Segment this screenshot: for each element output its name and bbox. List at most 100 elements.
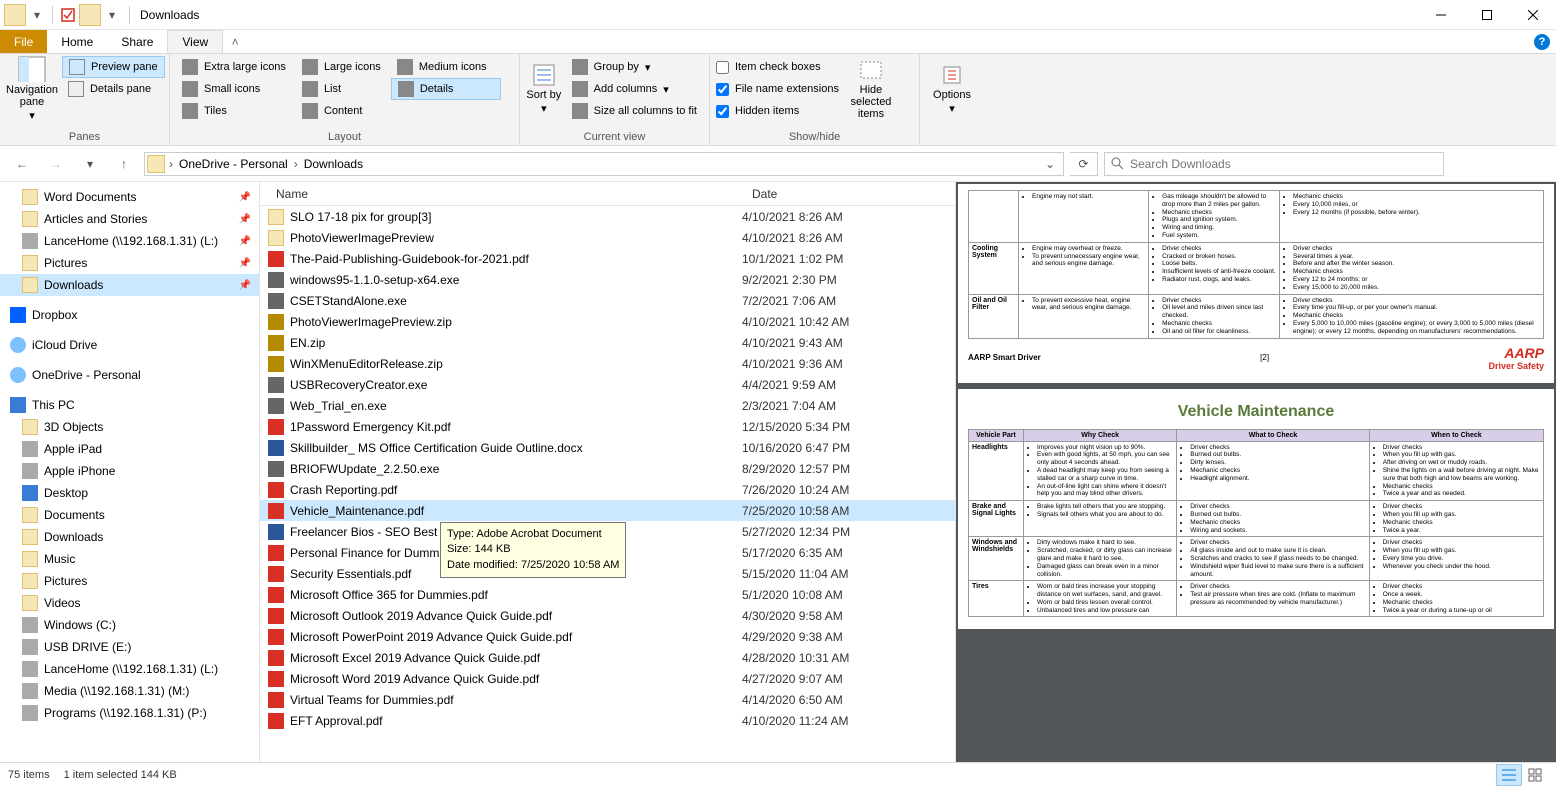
column-name[interactable]: Name [268, 187, 744, 201]
qat-dropdown-icon[interactable]: ▾ [28, 6, 46, 24]
ribbon-collapse-icon[interactable]: ˄ [223, 30, 247, 53]
file-row[interactable]: Virtual Teams for Dummies.pdf4/14/2020 6… [260, 689, 955, 710]
nav-item[interactable]: Pictures [0, 570, 259, 592]
file-row[interactable]: Skillbuilder_ MS Office Certification Gu… [260, 437, 955, 458]
tab-view[interactable]: View [167, 30, 223, 53]
breadcrumb-dropdown-icon[interactable]: ⌄ [1039, 157, 1061, 171]
nav-item[interactable]: Desktop [0, 482, 259, 504]
file-row[interactable]: SLO 17-18 pix for group[3]4/10/2021 8:26… [260, 206, 955, 227]
nav-item[interactable]: Articles and Stories📌 [0, 208, 259, 230]
file-row[interactable]: EN.zip4/10/2021 9:43 AM [260, 332, 955, 353]
file-row[interactable]: EFT Approval.pdf4/10/2020 11:24 AM [260, 710, 955, 731]
nav-item[interactable]: Apple iPhone [0, 460, 259, 482]
tab-home[interactable]: Home [47, 30, 107, 53]
recent-locations-button[interactable]: ▾ [76, 150, 104, 178]
nav-item[interactable]: This PC [0, 394, 259, 416]
file-row[interactable]: Crash Reporting.pdf7/26/2020 10:24 AM [260, 479, 955, 500]
nav-item[interactable]: Downloads📌 [0, 274, 259, 296]
tiles-button[interactable]: Tiles [176, 100, 292, 122]
thumbnails-view-icon[interactable] [1522, 764, 1548, 786]
file-row[interactable]: Web_Trial_en.exe2/3/2021 7:04 AM [260, 395, 955, 416]
tab-share[interactable]: Share [107, 30, 167, 53]
breadcrumb-seg-onedrive[interactable]: OneDrive - Personal [175, 157, 292, 171]
file-row[interactable]: PhotoViewerImagePreview4/10/2021 8:26 AM [260, 227, 955, 248]
content-button[interactable]: Content [296, 100, 387, 122]
nav-item[interactable]: Videos [0, 592, 259, 614]
details-view-icon[interactable] [1496, 764, 1522, 786]
nav-item[interactable]: 3D Objects [0, 416, 259, 438]
breadcrumb-seg-downloads[interactable]: Downloads [300, 157, 367, 171]
hide-selected-button[interactable]: Hide selected items [843, 56, 899, 122]
size-columns-button[interactable]: Size all columns to fit [566, 100, 703, 122]
file-rows[interactable]: SLO 17-18 pix for group[3]4/10/2021 8:26… [260, 206, 955, 762]
tab-file[interactable]: File [0, 30, 47, 53]
file-row[interactable]: Microsoft PowerPoint 2019 Advance Quick … [260, 626, 955, 647]
search-box[interactable] [1104, 152, 1444, 176]
file-row[interactable]: Microsoft Word 2019 Advance Quick Guide.… [260, 668, 955, 689]
breadcrumb[interactable]: › OneDrive - Personal › Downloads ⌄ [144, 152, 1064, 176]
file-row[interactable]: windows95-1.1.0-setup-x64.exe9/2/2021 2:… [260, 269, 955, 290]
nav-item[interactable]: iCloud Drive [0, 334, 259, 356]
minimize-button[interactable] [1418, 0, 1464, 30]
nav-item[interactable]: Music [0, 548, 259, 570]
nav-item[interactable]: Windows (C:) [0, 614, 259, 636]
help-button[interactable]: ? [1528, 30, 1556, 53]
nav-item[interactable]: Dropbox [0, 304, 259, 326]
hidden-items-toggle[interactable]: Hidden items [716, 100, 839, 122]
item-checkboxes-toggle[interactable]: Item check boxes [716, 56, 839, 78]
file-row[interactable]: Microsoft Office 365 for Dummies.pdf5/1/… [260, 584, 955, 605]
preview-pane[interactable]: Engine may not start.Gas mileage shouldn… [956, 182, 1556, 762]
up-button[interactable]: ↑ [110, 150, 138, 178]
preview-pane-button[interactable]: Preview pane [62, 56, 165, 78]
nav-item[interactable]: Downloads [0, 526, 259, 548]
file-row[interactable]: CSETStandAlone.exe7/2/2021 7:06 AM [260, 290, 955, 311]
navigation-tree[interactable]: Word Documents📌Articles and Stories📌Lanc… [0, 182, 260, 762]
file-row[interactable]: PhotoViewerImagePreview.zip4/10/2021 10:… [260, 311, 955, 332]
new-folder-icon[interactable] [79, 4, 101, 26]
nav-item[interactable]: LanceHome (\\192.168.1.31) (L:)📌 [0, 230, 259, 252]
file-row[interactable]: WinXMenuEditorRelease.zip4/10/2021 9:36 … [260, 353, 955, 374]
file-row[interactable]: BRIOFWUpdate_2.2.50.exe8/29/2020 12:57 P… [260, 458, 955, 479]
extra-large-icons-button[interactable]: Extra large icons [176, 56, 292, 78]
search-input[interactable] [1130, 157, 1437, 171]
file-row[interactable]: 1Password Emergency Kit.pdf12/15/2020 5:… [260, 416, 955, 437]
nav-item[interactable]: LanceHome (\\192.168.1.31) (L:) [0, 658, 259, 680]
file-row[interactable]: USBRecoveryCreator.exe4/4/2021 9:59 AM [260, 374, 955, 395]
details-pane-button[interactable]: Details pane [62, 78, 165, 100]
sort-by-button[interactable]: Sort by▾ [526, 56, 562, 122]
file-extensions-toggle[interactable]: File name extensions [716, 78, 839, 100]
options-button[interactable]: Options▾ [926, 56, 978, 122]
file-row[interactable]: Microsoft Outlook 2019 Advance Quick Gui… [260, 605, 955, 626]
nav-item[interactable]: Word Documents📌 [0, 186, 259, 208]
file-row[interactable]: Security Essentials.pdf5/15/2020 11:04 A… [260, 563, 955, 584]
nav-item[interactable]: Pictures📌 [0, 252, 259, 274]
chevron-right-icon[interactable]: › [169, 157, 173, 171]
medium-icons-button[interactable]: Medium icons [391, 56, 501, 78]
file-row[interactable]: Freelancer Bios - SEO Best Pr...5/27/202… [260, 521, 955, 542]
list-button[interactable]: List [296, 78, 387, 100]
group-by-button[interactable]: Group by ▾ [566, 56, 703, 78]
close-button[interactable] [1510, 0, 1556, 30]
nav-item[interactable]: Programs (\\192.168.1.31) (P:) [0, 702, 259, 724]
chevron-right-icon[interactable]: › [294, 157, 298, 171]
file-row[interactable]: Personal Finance for Dummi...5/17/2020 6… [260, 542, 955, 563]
maximize-button[interactable] [1464, 0, 1510, 30]
column-date[interactable]: Date [744, 187, 904, 201]
nav-item[interactable]: OneDrive - Personal [0, 364, 259, 386]
refresh-button[interactable]: ⟳ [1070, 152, 1098, 176]
small-icons-button[interactable]: Small icons [176, 78, 292, 100]
nav-item[interactable]: Media (\\192.168.1.31) (M:) [0, 680, 259, 702]
file-row[interactable]: The-Paid-Publishing-Guidebook-for-2021.p… [260, 248, 955, 269]
file-row[interactable]: Vehicle_Maintenance.pdf7/25/2020 10:58 A… [260, 500, 955, 521]
nav-item[interactable]: Apple iPad [0, 438, 259, 460]
navigation-pane-button[interactable]: Navigation pane▾ [6, 56, 58, 122]
properties-icon[interactable] [59, 6, 77, 24]
back-button[interactable]: ← [8, 150, 36, 178]
forward-button[interactable]: → [42, 150, 70, 178]
large-icons-button[interactable]: Large icons [296, 56, 387, 78]
qat-more-icon[interactable]: ▾ [103, 6, 121, 24]
file-row[interactable]: Microsoft Excel 2019 Advance Quick Guide… [260, 647, 955, 668]
details-view-button[interactable]: Details [391, 78, 501, 100]
add-columns-button[interactable]: Add columns ▾ [566, 78, 703, 100]
nav-item[interactable]: USB DRIVE (E:) [0, 636, 259, 658]
